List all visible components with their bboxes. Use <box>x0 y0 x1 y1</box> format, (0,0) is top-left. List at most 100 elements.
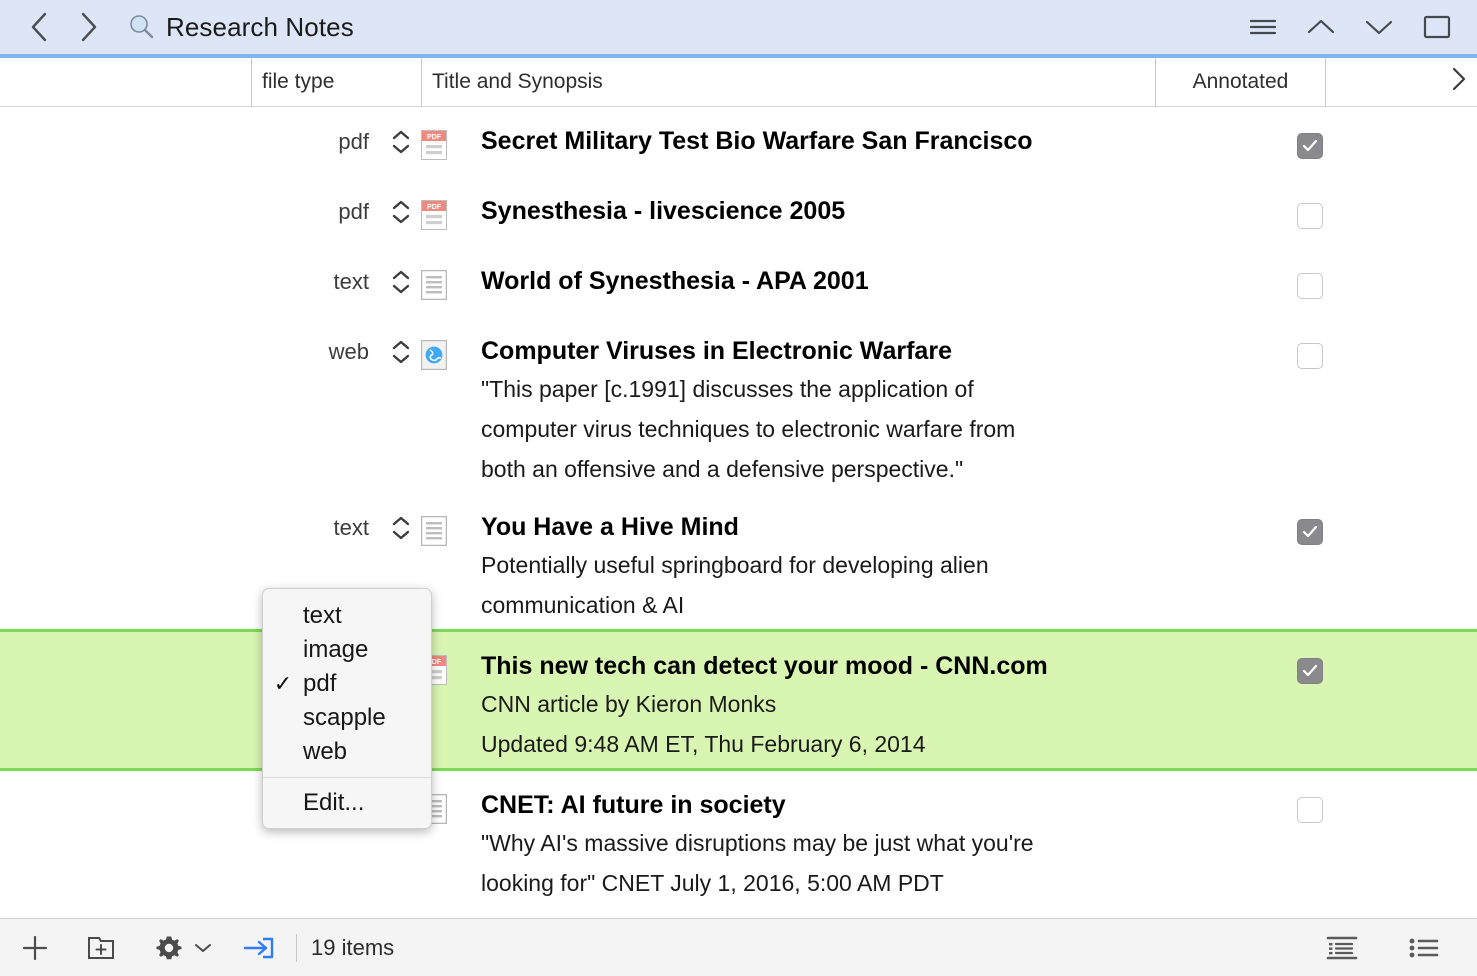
menu-item-web[interactable]: web <box>263 735 431 769</box>
row-annotated-cell[interactable] <box>1225 177 1395 229</box>
row-synopsis-line: both an offensive and a defensive perspe… <box>481 456 964 482</box>
row-synopsis-line: communication & AI <box>481 592 685 618</box>
search-icon <box>130 15 154 39</box>
row-file-type-cell[interactable]: web <box>251 317 421 387</box>
file-type-dropdown-menu[interactable]: text image ✓ pdf scapple web Edit... <box>262 588 432 829</box>
annotated-checkbox[interactable] <box>1297 519 1323 545</box>
row-title-cell[interactable]: CNET: AI future in society "Why AI's mass… <box>481 771 1225 907</box>
row-title-cell[interactable]: Computer Viruses in Electronic Warfare "T… <box>481 317 1225 493</box>
table-row[interactable]: pdf PDF Secret Military Test Bio Warfare S… <box>0 107 1477 177</box>
column-header-overflow[interactable] <box>1325 58 1477 106</box>
row-title-cell[interactable]: Synesthesia - livescience 2005 <box>481 177 1225 233</box>
file-type-stepper[interactable] <box>391 200 411 224</box>
column-header-annotated[interactable]: Annotated <box>1155 58 1325 106</box>
column-header-file-type[interactable]: file type <box>251 58 421 106</box>
menu-item-image[interactable]: image <box>263 633 431 667</box>
row-annotated-cell[interactable] <box>1225 493 1395 545</box>
table-row[interactable]: web Computer Viruses in Electronic Warfar… <box>0 317 1477 493</box>
file-type-stepper[interactable] <box>391 516 411 540</box>
menu-item-label: web <box>303 738 348 765</box>
row-synopsis-line: computer virus techniques to electronic … <box>481 416 1016 442</box>
previous-item-button[interactable] <box>1299 7 1343 47</box>
row-title: You Have a Hive Mind <box>481 513 739 541</box>
next-item-button[interactable] <box>1357 7 1401 47</box>
annotated-checkbox[interactable] <box>1297 203 1323 229</box>
table-row[interactable]: text World of Synesthesia - APA 2001 <box>0 247 1477 317</box>
row-file-type-cell[interactable]: text <box>251 493 421 563</box>
annotated-checkbox[interactable] <box>1297 133 1323 159</box>
menu-item-scapple[interactable]: scapple <box>263 701 431 735</box>
row-title-cell[interactable]: This new tech can detect your mood - CNN… <box>481 632 1225 768</box>
hamburger-menu-button[interactable] <box>1241 7 1285 47</box>
settings-gear-button[interactable] <box>146 925 192 971</box>
row-file-type-cell[interactable]: text <box>251 247 421 317</box>
list-view-button[interactable] <box>1401 925 1447 971</box>
table-row[interactable]: pdf PDF Synesthesia - livescience 2005 <box>0 177 1477 247</box>
chevron-down-icon <box>392 530 410 540</box>
annotated-checkbox[interactable] <box>1297 273 1323 299</box>
row-title: Computer Viruses in Electronic Warfare <box>481 337 952 365</box>
row-file-type-cell[interactable]: pdf <box>251 107 421 177</box>
menu-item-edit[interactable]: Edit... <box>263 786 431 820</box>
row-annotated-cell[interactable] <box>1225 107 1395 159</box>
import-arrow-icon <box>243 937 274 958</box>
search-button[interactable] <box>124 10 158 44</box>
table-row[interactable]: CNET: AI future in society "Why AI's mass… <box>0 771 1477 907</box>
panel-square-icon <box>1423 15 1451 39</box>
annotated-checkbox[interactable] <box>1297 658 1323 684</box>
row-annotated-cell[interactable] <box>1225 771 1395 823</box>
add-item-button[interactable] <box>12 925 58 971</box>
chevron-down-icon <box>195 943 211 952</box>
check-icon <box>1302 664 1318 677</box>
annotated-checkbox[interactable] <box>1297 343 1323 369</box>
row-file-type-label: pdf <box>338 129 369 154</box>
hamburger-icon <box>1249 19 1277 35</box>
file-type-stepper[interactable] <box>391 340 411 364</box>
row-annotated-cell[interactable] <box>1225 632 1395 684</box>
table-row[interactable]: text You Have a Hive Mind Potentially usef… <box>0 493 1477 629</box>
row-file-icon <box>421 493 481 546</box>
svg-text:PDF: PDF <box>427 132 442 141</box>
check-icon <box>1302 525 1318 538</box>
annotated-checkbox[interactable] <box>1297 797 1323 823</box>
import-button[interactable] <box>236 925 282 971</box>
column-header-row: file type Title and Synopsis Annotated <box>0 58 1477 107</box>
menu-item-label: pdf <box>303 670 337 697</box>
row-file-type-cell[interactable]: pdf <box>251 177 421 247</box>
file-type-stepper[interactable] <box>391 270 411 294</box>
new-folder-button[interactable] <box>78 925 124 971</box>
document-list[interactable]: pdf PDF Secret Military Test Bio Warfare S… <box>0 107 1477 918</box>
toggle-inspector-button[interactable] <box>1415 7 1459 47</box>
text-file-icon <box>421 270 447 300</box>
table-row[interactable]: PDF This new tech can detect your mood - … <box>0 629 1477 771</box>
row-title-cell[interactable]: You Have a Hive Mind Potentially useful s… <box>481 493 1225 629</box>
row-file-icon: PDF <box>421 177 481 230</box>
outline-view-icon <box>1326 936 1358 959</box>
row-title-cell[interactable]: World of Synesthesia - APA 2001 <box>481 247 1225 303</box>
menu-separator <box>263 777 431 778</box>
row-title: Synesthesia - livescience 2005 <box>481 197 846 225</box>
item-count-label: 19 items <box>311 934 395 960</box>
row-title-cell[interactable]: Secret Military Test Bio Warfare San Fra… <box>481 107 1225 163</box>
menu-item-checkmark: ✓ <box>273 671 293 696</box>
page-title: Research Notes <box>166 11 354 42</box>
forward-button[interactable] <box>68 6 110 48</box>
row-annotated-cell[interactable] <box>1225 247 1395 299</box>
gear-icon <box>156 936 182 959</box>
row-file-type-label: pdf <box>338 199 369 224</box>
chevron-right-icon <box>81 12 97 42</box>
file-type-stepper[interactable] <box>391 130 411 154</box>
menu-item-pdf[interactable]: ✓ pdf <box>263 667 431 701</box>
pdf-file-icon: PDF <box>421 200 447 230</box>
row-annotated-cell[interactable] <box>1225 317 1395 369</box>
row-file-icon <box>421 247 481 300</box>
chevron-up-icon <box>392 270 410 280</box>
text-file-icon <box>421 516 447 546</box>
column-header-title-synopsis[interactable]: Title and Synopsis <box>421 58 1155 106</box>
back-button[interactable] <box>18 6 60 48</box>
menu-item-text[interactable]: text <box>263 599 431 633</box>
outline-view-button[interactable] <box>1319 925 1365 971</box>
titlebar-actions <box>1241 7 1459 47</box>
row-synopsis-line: Potentially useful springboard for devel… <box>481 552 989 578</box>
settings-gear-chevron[interactable] <box>194 942 212 954</box>
